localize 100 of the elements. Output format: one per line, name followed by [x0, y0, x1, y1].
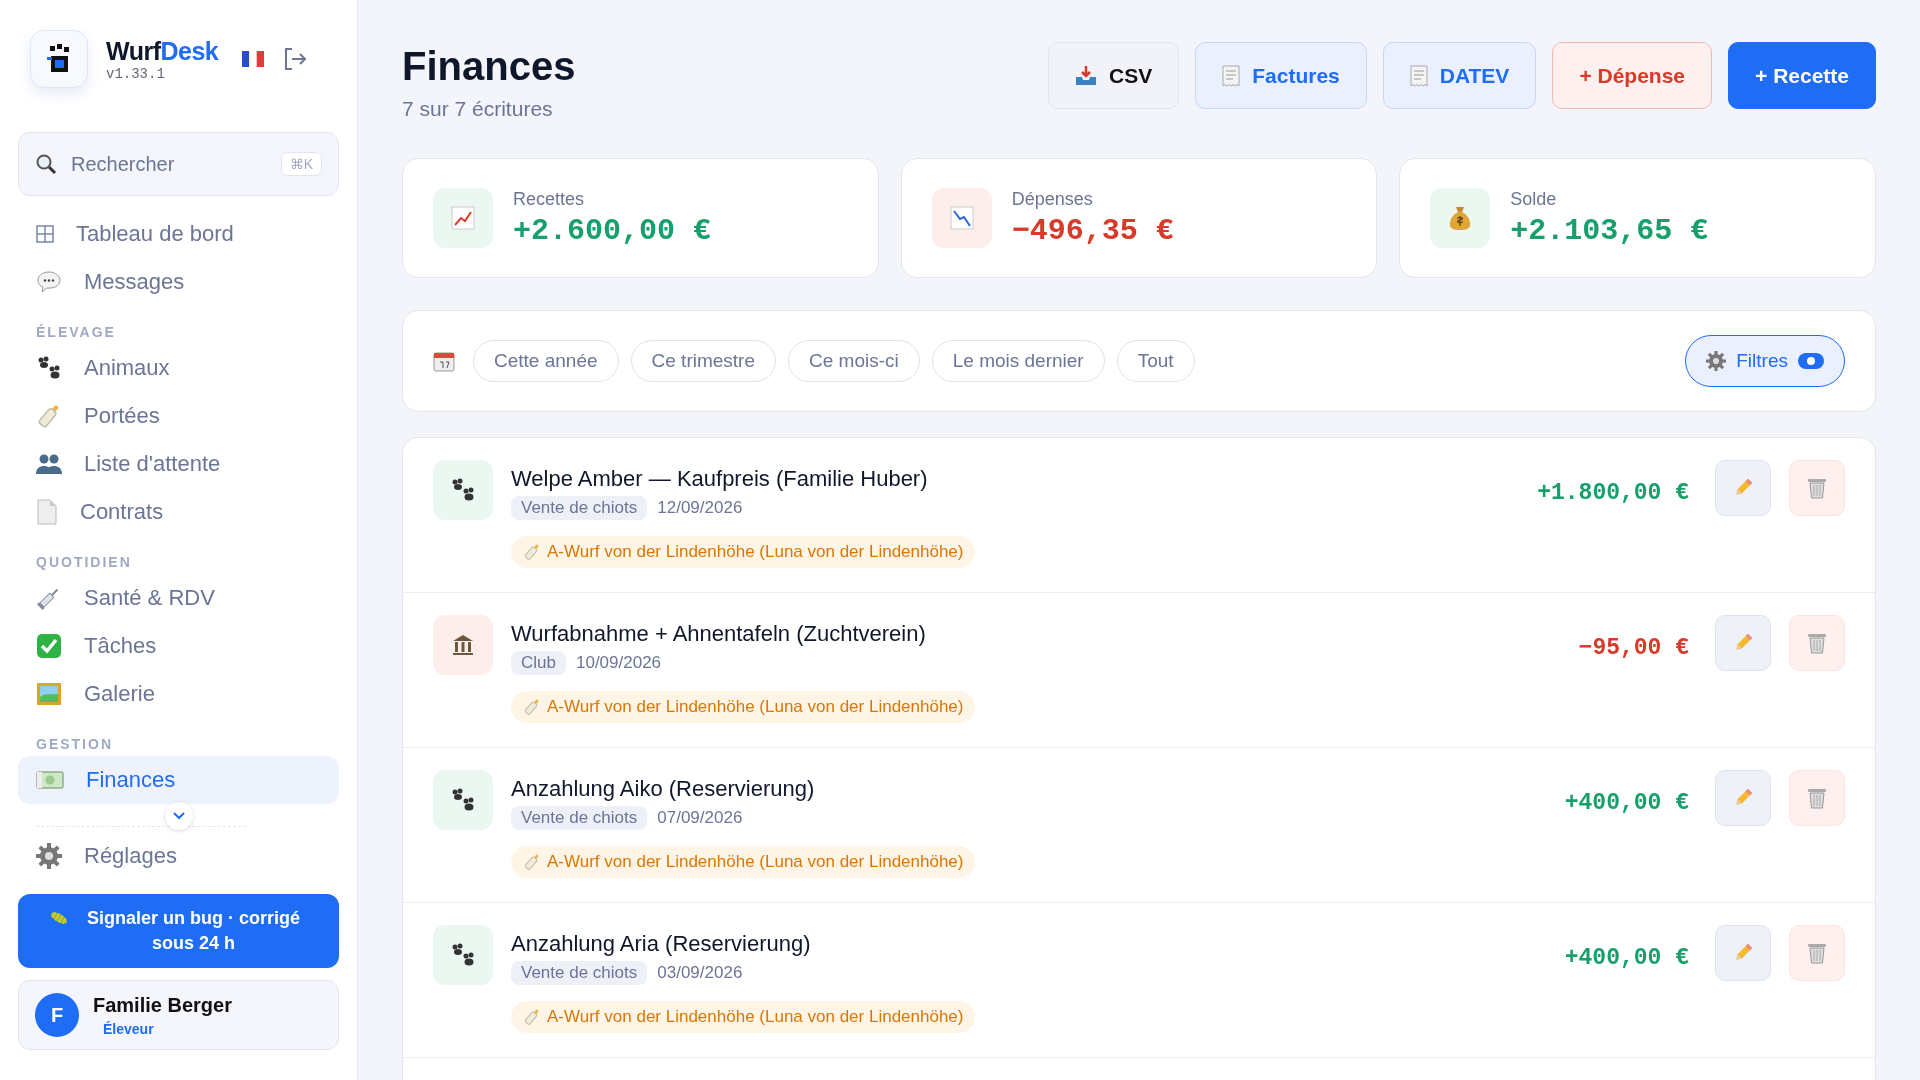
- edit-button[interactable]: [1715, 770, 1771, 826]
- collapse-button[interactable]: [164, 802, 193, 830]
- category-tag: Vente de chiots: [511, 806, 648, 830]
- litter-tag: A-Wurf von der Lindenhöhe (Luna von der Lindenhöhe): [511, 846, 976, 878]
- action-button[interactable]: + Recette: [1728, 42, 1876, 109]
- user-name: Familie Berger: [93, 993, 232, 1017]
- inbox-tray-icon: [1075, 65, 1098, 86]
- action-button[interactable]: Factures: [1195, 42, 1367, 109]
- entry-amount: +400,00 €: [1564, 790, 1689, 816]
- framed-picture-icon: [36, 682, 62, 706]
- shortcut-hint: ⌘K: [280, 152, 322, 176]
- chart-down-icon: [949, 206, 974, 230]
- summary-amount: +2.600,00 €: [513, 213, 712, 248]
- search-field[interactable]: Rechercher ⌘K: [18, 132, 339, 196]
- money-icon: [36, 769, 64, 791]
- edit-button[interactable]: [1715, 460, 1771, 516]
- period-chip[interactable]: Le mois dernier: [931, 340, 1105, 382]
- filters-button[interactable]: Filtres: [1685, 335, 1845, 387]
- summary-label: Recettes: [513, 188, 586, 210]
- settings-icon: [36, 843, 62, 869]
- action-button[interactable]: + Dépense: [1552, 42, 1713, 109]
- entry-date: 03/09/2026: [657, 963, 743, 983]
- user-avatar: F: [35, 993, 79, 1038]
- litter-tag: A-Wurf von der Lindenhöhe (Luna von der Lindenhöhe): [511, 691, 976, 723]
- category-tag: Vente de chiots: [511, 496, 648, 520]
- entry-count: 7 sur 7 écritures: [402, 97, 554, 121]
- receipt-icon: [1409, 64, 1428, 87]
- nav-section-heading: QUOTIDIEN: [36, 554, 133, 570]
- user-card[interactable]: F Familie Berger Éleveur: [18, 980, 339, 1051]
- litter-tag: A-Wurf von der Lindenhöhe (Luna von der Lindenhöhe): [511, 1001, 976, 1033]
- summary-label: Dépenses: [1011, 188, 1094, 210]
- entry-amount: −95,00 €: [1578, 635, 1689, 661]
- chart-up-icon: [451, 206, 475, 230]
- entry-title: Anzahlung Aria (Reservierung): [511, 931, 811, 957]
- user-role: Éleveur: [102, 1020, 155, 1037]
- period-chip[interactable]: Ce mois-ci: [788, 340, 920, 382]
- nav-item[interactable]: Contrats: [18, 488, 339, 536]
- entry-amount: +1.800,00 €: [1537, 480, 1689, 506]
- paw-prints-icon: [36, 356, 62, 380]
- trash-icon: [1807, 632, 1827, 654]
- action-button[interactable]: CSV: [1048, 42, 1180, 109]
- app-name: WurfDesk: [106, 36, 219, 66]
- entry-title: Welpe Amber — Kaufpreis (Familie Huber): [511, 466, 928, 492]
- check-box-icon: [36, 633, 62, 659]
- people-icon: [36, 453, 62, 475]
- nav-item[interactable]: Finances: [18, 756, 339, 804]
- toggle-icon: [1798, 353, 1824, 369]
- speech-bubble-icon: [36, 270, 62, 294]
- litter-tag: A-Wurf von der Lindenhöhe (Luna von der Lindenhöhe): [511, 536, 976, 568]
- nav-item[interactable]: Liste d'attente: [18, 440, 339, 488]
- summary-label: Solde: [1510, 188, 1558, 210]
- app-version: v1.33.1: [106, 65, 166, 82]
- money-bag-icon: [1448, 205, 1473, 231]
- delete-button[interactable]: [1789, 460, 1845, 516]
- nav-item[interactable]: Tâches: [18, 622, 339, 670]
- search-icon: [35, 153, 57, 175]
- category-tag: Vente de chiots: [511, 961, 648, 985]
- delete-button[interactable]: [1789, 770, 1845, 826]
- trash-icon: [1807, 787, 1827, 809]
- bank-icon: [451, 633, 475, 657]
- nav-item[interactable]: Portées: [18, 392, 339, 440]
- search-placeholder: Rechercher: [71, 152, 176, 176]
- report-bug-button[interactable]: Signaler un bug · corrigé sous 24 h: [18, 894, 339, 969]
- app-logo: [30, 30, 88, 88]
- logout-icon[interactable]: [282, 46, 309, 72]
- delete-button[interactable]: [1789, 925, 1845, 981]
- nav-item[interactable]: Animaux: [18, 344, 339, 392]
- grid-icon: [36, 225, 54, 243]
- summary-amount: −496,35 €: [1011, 213, 1174, 248]
- edit-button[interactable]: [1715, 615, 1771, 671]
- chevron-down-icon: [172, 812, 185, 820]
- nav-item[interactable]: Galerie: [18, 670, 339, 718]
- nav-item[interactable]: Messages: [18, 258, 339, 306]
- summary-amount: +2.103,65 €: [1510, 213, 1709, 248]
- entry-title: Wurfabnahme + Ahnentafeln (Zuchtverein): [511, 621, 926, 647]
- trash-icon: [1807, 477, 1827, 499]
- period-chip[interactable]: Ce trimestre: [630, 340, 776, 382]
- nav-item[interactable]: Tableau de bord: [18, 210, 339, 258]
- entry-amount: +400,00 €: [1564, 945, 1689, 971]
- calendar-icon: [433, 350, 455, 372]
- edit-button[interactable]: [1715, 925, 1771, 981]
- nav-item[interactable]: Santé & RDV: [18, 574, 339, 622]
- period-chip[interactable]: Tout: [1116, 340, 1195, 382]
- entry-title: Anzahlung Aiko (Reservierung): [511, 776, 815, 802]
- nav-item[interactable]: Réglages: [18, 832, 339, 880]
- receipt-icon: [1222, 64, 1241, 87]
- nav-section-heading: ÉLEVAGE: [36, 324, 117, 340]
- paw-prints-icon: [450, 478, 476, 502]
- french-flag-icon[interactable]: [242, 51, 265, 67]
- document-icon: [36, 499, 58, 525]
- period-chip[interactable]: Cette année: [473, 340, 619, 382]
- page-title: Finances: [402, 44, 576, 89]
- trash-icon: [1807, 942, 1827, 964]
- nav-section-heading: GESTION: [36, 736, 114, 752]
- entry-date: 07/09/2026: [657, 808, 743, 828]
- settings-icon: [1706, 351, 1727, 371]
- action-button[interactable]: DATEV: [1382, 42, 1537, 109]
- delete-button[interactable]: [1789, 615, 1845, 671]
- category-tag: Club: [511, 651, 566, 675]
- paw-prints-icon: [450, 943, 476, 967]
